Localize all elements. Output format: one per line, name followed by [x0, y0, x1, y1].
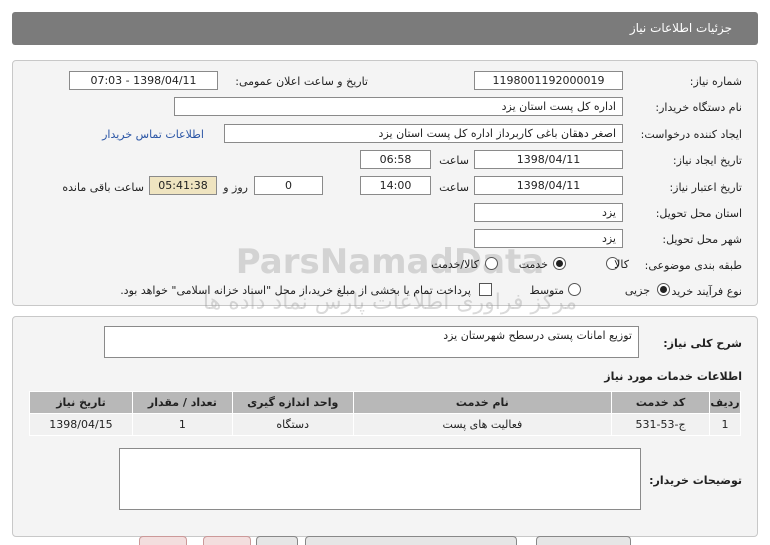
summary-label: شرح کلی نیاز: [663, 337, 742, 350]
requester-field: اصغر دهقان باغی کاربرداز اداره کل پست اس… [224, 124, 623, 143]
city-field: یزد [474, 229, 623, 248]
view-attachments-button[interactable] [305, 536, 517, 545]
process-option-minor: جزیی [624, 284, 650, 297]
created-date-field: 1398/04/11 [474, 150, 623, 169]
contact-info-link[interactable]: اطلاعات تماس خریدار [102, 128, 204, 141]
treasury-payment-note: پرداخت تمام یا بخشی از مبلغ خرید،از محل … [120, 284, 471, 297]
cell-service-name: فعالیت های پست [352, 413, 613, 436]
process-option-medium: متوسط [529, 284, 564, 297]
buyer-org-label: نام دستگاه خریدار: [655, 101, 742, 114]
back-button[interactable] [536, 536, 631, 545]
category-option-service: خدمت [518, 258, 548, 271]
services-header-row: ردیف کد خدمت نام خدمت واحد اندازه گیری ت… [29, 391, 741, 414]
days-label: روز و [223, 181, 248, 194]
buyer-notes-label: توضیحات خریدار: [649, 474, 742, 487]
process-label: نوع فرآیند خرید : [664, 285, 742, 298]
table-row: 1 ج-53-531 فعالیت های پست دستگاه 1 1398/… [29, 413, 741, 436]
province-label: استان محل تحویل: [655, 207, 742, 220]
days-remaining-field: 0 [254, 176, 323, 195]
city-label: شهر محل تحویل: [662, 233, 742, 246]
treasury-payment-checkbox[interactable] [479, 283, 492, 296]
col-row: ردیف [709, 391, 741, 414]
remaining-time-field: 05:41:38 [149, 176, 217, 195]
buyer-notes-field [119, 448, 641, 510]
cell-row: 1 [709, 413, 741, 436]
need-number-field: 1198001192000019 [474, 71, 623, 90]
summary-field: توزیع امانات پستی درسطح شهرستان یزد [104, 326, 639, 358]
col-need-date: تاریخ نیاز [29, 391, 133, 414]
col-quantity: تعداد / مقدار [131, 391, 233, 414]
buyer-org-field: اداره کل پست استان یزد [174, 97, 623, 116]
return-button[interactable] [203, 536, 251, 545]
remaining-label: ساعت باقی مانده [62, 181, 144, 194]
services-section-title: اطلاعات خدمات مورد نیاز [604, 370, 742, 383]
requester-label: ایجاد کننده درخواست: [640, 128, 742, 141]
cell-need-date: 1398/04/15 [29, 413, 133, 436]
services-table: ردیف کد خدمت نام خدمت واحد اندازه گیری ت… [29, 391, 741, 436]
cell-quantity: 1 [131, 413, 233, 436]
col-service-name: نام خدمت [352, 391, 613, 414]
page-header: جزئیات اطلاعات نیاز [12, 12, 758, 45]
cell-unit: دستگاه [231, 413, 354, 436]
category-option-goods-service: کالا/خدمت [431, 258, 479, 271]
col-unit: واحد اندازه گیری [231, 391, 354, 414]
cell-service-code: ج-53-531 [611, 413, 711, 436]
cancel-button[interactable] [139, 536, 187, 545]
validity-date-field: 1398/04/11 [474, 176, 623, 195]
validity-date-label: تاریخ اعتبار نیاز: [669, 181, 742, 194]
validity-time-label: ساعت [439, 181, 469, 194]
validity-time-field: 14:00 [360, 176, 431, 195]
need-number-label: شماره نیاز: [689, 75, 742, 88]
col-service-code: کد خدمت [611, 391, 711, 414]
created-date-label: تاریخ ایجاد نیاز: [672, 154, 742, 167]
created-time-label: ساعت [439, 154, 469, 167]
announce-field: 1398/04/11 - 07:03 [69, 71, 218, 90]
print-button[interactable] [256, 536, 298, 545]
category-label: طبقه بندی موضوعی: [644, 259, 742, 272]
category-option-goods: کالا [614, 258, 629, 271]
process-radio-minor[interactable] [657, 283, 670, 296]
process-radio-medium[interactable] [568, 283, 581, 296]
page-title: جزئیات اطلاعات نیاز [629, 21, 732, 35]
announce-label: تاریخ و ساعت اعلان عمومی: [235, 75, 368, 88]
category-radio-goods-service[interactable] [485, 257, 498, 270]
created-time-field: 06:58 [360, 150, 431, 169]
province-field: یزد [474, 203, 623, 222]
category-radio-service[interactable] [553, 257, 566, 270]
